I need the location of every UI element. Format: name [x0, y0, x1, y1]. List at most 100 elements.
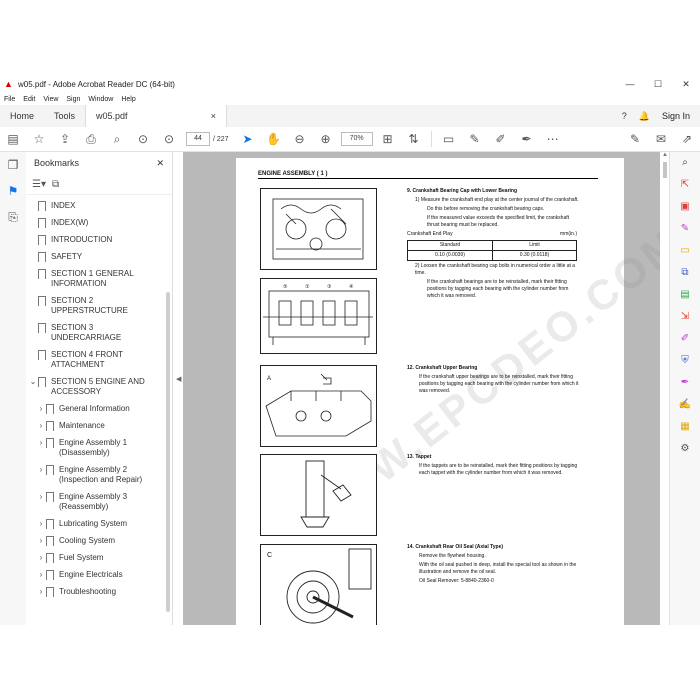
bookmark-item[interactable]: ⌄ SECTION 5 ENGINE AND ACCESSORY [26, 377, 172, 397]
chevron-right-icon[interactable]: › [36, 587, 46, 597]
collapse-left-panel-icon[interactable]: ◀ [176, 375, 182, 383]
bookmark-child-item[interactable]: › Engine Assembly 3 (Reassembly) [26, 492, 172, 512]
chevron-right-icon[interactable]: › [36, 570, 46, 580]
bookmark-list: INDEX INDEX(W) INTRODUCTION SAFETY SECTI… [26, 195, 172, 598]
menu-view[interactable]: View [43, 96, 58, 103]
bookmark-item[interactable]: SECTION 2 UPPERSTRUCTURE [26, 296, 172, 316]
chevron-right-icon[interactable]: › [36, 421, 46, 431]
upload-icon[interactable]: ⇪ [52, 132, 78, 146]
close-button[interactable]: ✕ [672, 75, 700, 93]
tab-tools[interactable]: Tools [44, 105, 85, 127]
highlight-icon[interactable]: ✎ [462, 132, 488, 146]
edit-pdf-icon[interactable]: ✎ [670, 218, 700, 240]
bookmark-options-icon[interactable]: ☰▾ [32, 179, 46, 190]
bookmark-child-item[interactable]: › Fuel System [26, 553, 172, 564]
more-tools-icon[interactable]: ⋯ [540, 132, 566, 146]
chevron-right-icon[interactable]: › [36, 519, 46, 529]
header-rule [258, 178, 598, 179]
menu-file[interactable]: File [4, 96, 15, 103]
scroll-mode-icon[interactable]: ⇅ [401, 132, 427, 146]
search-tool-icon[interactable]: ⌕ [670, 152, 700, 174]
create-pdf-tool-icon[interactable]: ▣ [670, 196, 700, 218]
next-page-icon[interactable]: ⊙ [156, 132, 182, 146]
share-link-icon[interactable]: ✎ [622, 132, 648, 146]
attachments-icon[interactable]: ⎘ [0, 204, 26, 230]
sign-in-button[interactable]: Sign In [662, 111, 690, 121]
chevron-right-icon[interactable]: › [36, 438, 46, 448]
share-icon[interactable]: ⇗ [674, 132, 700, 146]
combine-files-icon[interactable]: ⧉ [670, 262, 700, 284]
bookmark-child-item[interactable]: › Engine Assembly 1 (Disassembly) [26, 438, 172, 458]
notifications-icon[interactable]: 🔔 [639, 111, 650, 122]
organize-pages-icon[interactable]: ▤ [670, 284, 700, 306]
bookmarks-close-icon[interactable]: ✕ [156, 158, 164, 169]
tab-document[interactable]: w05.pdf × [85, 105, 228, 127]
tab-home[interactable]: Home [0, 105, 44, 127]
menu-bar: File Edit View Sign Window Help [0, 93, 700, 105]
zoom-in-icon[interactable]: ⊕ [313, 132, 339, 146]
bookmarks-scrollbar[interactable] [166, 292, 170, 612]
bookmark-item[interactable]: SECTION 4 FRONT ATTACHMENT [26, 350, 172, 370]
maximize-button[interactable]: ☐ [644, 75, 672, 93]
zoom-out-icon[interactable]: ⊖ [287, 132, 313, 146]
bookmark-item[interactable]: SECTION 3 UNDERCARRIAGE [26, 323, 172, 343]
more-tools-rail-icon[interactable]: ⚙ [670, 438, 700, 460]
prev-page-icon[interactable]: ⊙ [130, 132, 156, 146]
fill-sign-tool-icon[interactable]: ✒ [670, 372, 700, 394]
redact-icon[interactable]: ✐ [670, 328, 700, 350]
bookmark-flag-icon [38, 350, 46, 361]
menu-window[interactable]: Window [88, 96, 113, 103]
bookmark-item[interactable]: SECTION 1 GENERAL INFORMATION [26, 269, 172, 289]
search-icon[interactable]: ⌕ [104, 132, 130, 147]
tab-close-icon[interactable]: × [211, 111, 216, 121]
menu-sign[interactable]: Sign [66, 96, 80, 103]
page-number-input[interactable]: 44 [186, 132, 210, 146]
chevron-right-icon[interactable]: › [36, 553, 46, 563]
step-heading: 9. Crankshaft Bearing Cap with Lower Bea… [407, 188, 518, 194]
document-view[interactable]: WWW.EPCDEO.COM ENGINE ASSEMBLY ( 1 ) ⑤ ①… [183, 152, 660, 625]
bookmark-item[interactable]: INDEX(W) [26, 218, 172, 229]
page-thumbnails-icon[interactable]: ❐ [0, 152, 26, 178]
certificates-icon[interactable]: ▦ [670, 416, 700, 438]
compress-pdf-icon[interactable]: ⇲ [670, 306, 700, 328]
chevron-right-icon[interactable]: › [36, 465, 46, 475]
email-icon[interactable]: ✉ [648, 132, 674, 146]
chevron-down-icon[interactable]: ⌄ [28, 377, 38, 387]
select-cursor-icon[interactable]: ➤ [235, 132, 261, 146]
expand-bookmark-icon[interactable]: ⧉ [52, 179, 59, 190]
export-pdf-icon[interactable]: ⇱ [670, 174, 700, 196]
hand-tool-icon[interactable]: ✋ [261, 132, 287, 146]
fill-sign-icon[interactable]: ✒ [514, 132, 540, 146]
protect-icon[interactable]: ⛨ [670, 350, 700, 372]
minimize-button[interactable]: — [616, 75, 644, 93]
menu-help[interactable]: Help [121, 96, 135, 103]
bookmark-item[interactable]: INTRODUCTION [26, 235, 172, 246]
bookmark-child-item[interactable]: › General Information [26, 404, 172, 415]
send-for-signature-icon[interactable]: ✍ [670, 394, 700, 416]
bookmark-child-item[interactable]: › Cooling System [26, 536, 172, 547]
help-icon[interactable]: ? [622, 111, 627, 121]
chevron-right-icon[interactable]: › [36, 404, 46, 414]
bookmark-star-icon[interactable]: ☆ [26, 132, 52, 146]
bookmarks-icon[interactable]: ⚑ [0, 178, 26, 204]
fit-page-icon[interactable]: ⊞ [375, 132, 401, 146]
bookmark-item[interactable]: SAFETY [26, 252, 172, 263]
bookmark-flag-icon [38, 201, 46, 212]
menu-edit[interactable]: Edit [23, 96, 35, 103]
create-pdf-icon[interactable]: ▤ [0, 132, 26, 146]
draw-icon[interactable]: ✐ [488, 132, 514, 146]
bookmark-child-item[interactable]: › Troubleshooting [26, 587, 172, 598]
chevron-right-icon[interactable]: › [36, 492, 46, 502]
print-icon[interactable]: ⎙ [78, 132, 104, 147]
bookmark-child-item[interactable]: › Engine Electricals [26, 570, 172, 581]
comment-tool-icon[interactable]: ▭ [670, 240, 700, 262]
chevron-right-icon[interactable]: › [36, 536, 46, 546]
bookmark-child-item[interactable]: › Lubricating System [26, 519, 172, 530]
window-title: w05.pdf - Adobe Acrobat Reader DC (64-bi… [18, 79, 175, 89]
bookmark-child-item[interactable]: › Maintenance [26, 421, 172, 432]
scroll-thumb[interactable] [663, 162, 667, 178]
bookmark-item[interactable]: INDEX [26, 201, 172, 212]
bookmark-child-item[interactable]: › Engine Assembly 2 (Inspection and Repai… [26, 465, 172, 485]
zoom-level-select[interactable]: 70% [340, 132, 373, 146]
comment-icon[interactable]: ▭ [436, 132, 462, 146]
